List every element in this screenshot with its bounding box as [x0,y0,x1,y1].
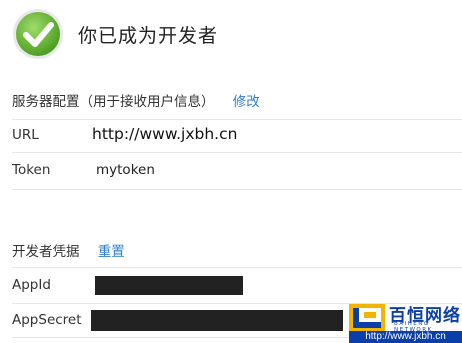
server-config-heading: 服务器配置（用于接收用户信息） 修改 [12,90,260,110]
header: 你已成为开发者 [12,8,218,60]
check-icon [13,9,63,59]
divider [12,189,462,190]
appsecret-label: AppSecret [12,312,82,328]
appid-label: AppId [12,277,51,293]
url-value: http://www.jxbh.cn [92,125,238,143]
token-label: Token [12,162,51,178]
appsecret-redacted [91,310,343,331]
url-label: URL [12,127,39,143]
divider [12,152,462,153]
credentials-title: 开发者凭据 [12,244,80,260]
server-config-title: 服务器配置（用于接收用户信息） [12,94,215,110]
reset-link[interactable]: 重置 [98,244,125,260]
watermark: 百恒网络 BAIHENG NETWORK http://www.jxbh.cn [349,300,462,343]
credentials-heading: 开发者凭据 重置 [12,240,125,260]
appid-redacted [95,276,243,295]
page-title: 你已成为开发者 [78,24,219,47]
divider [12,267,462,268]
watermark-url: http://www.jxbh.cn [349,331,462,343]
divider [12,119,462,120]
token-value: mytoken [96,162,155,178]
watermark-logo-icon [349,304,385,332]
edit-link[interactable]: 修改 [233,94,260,110]
